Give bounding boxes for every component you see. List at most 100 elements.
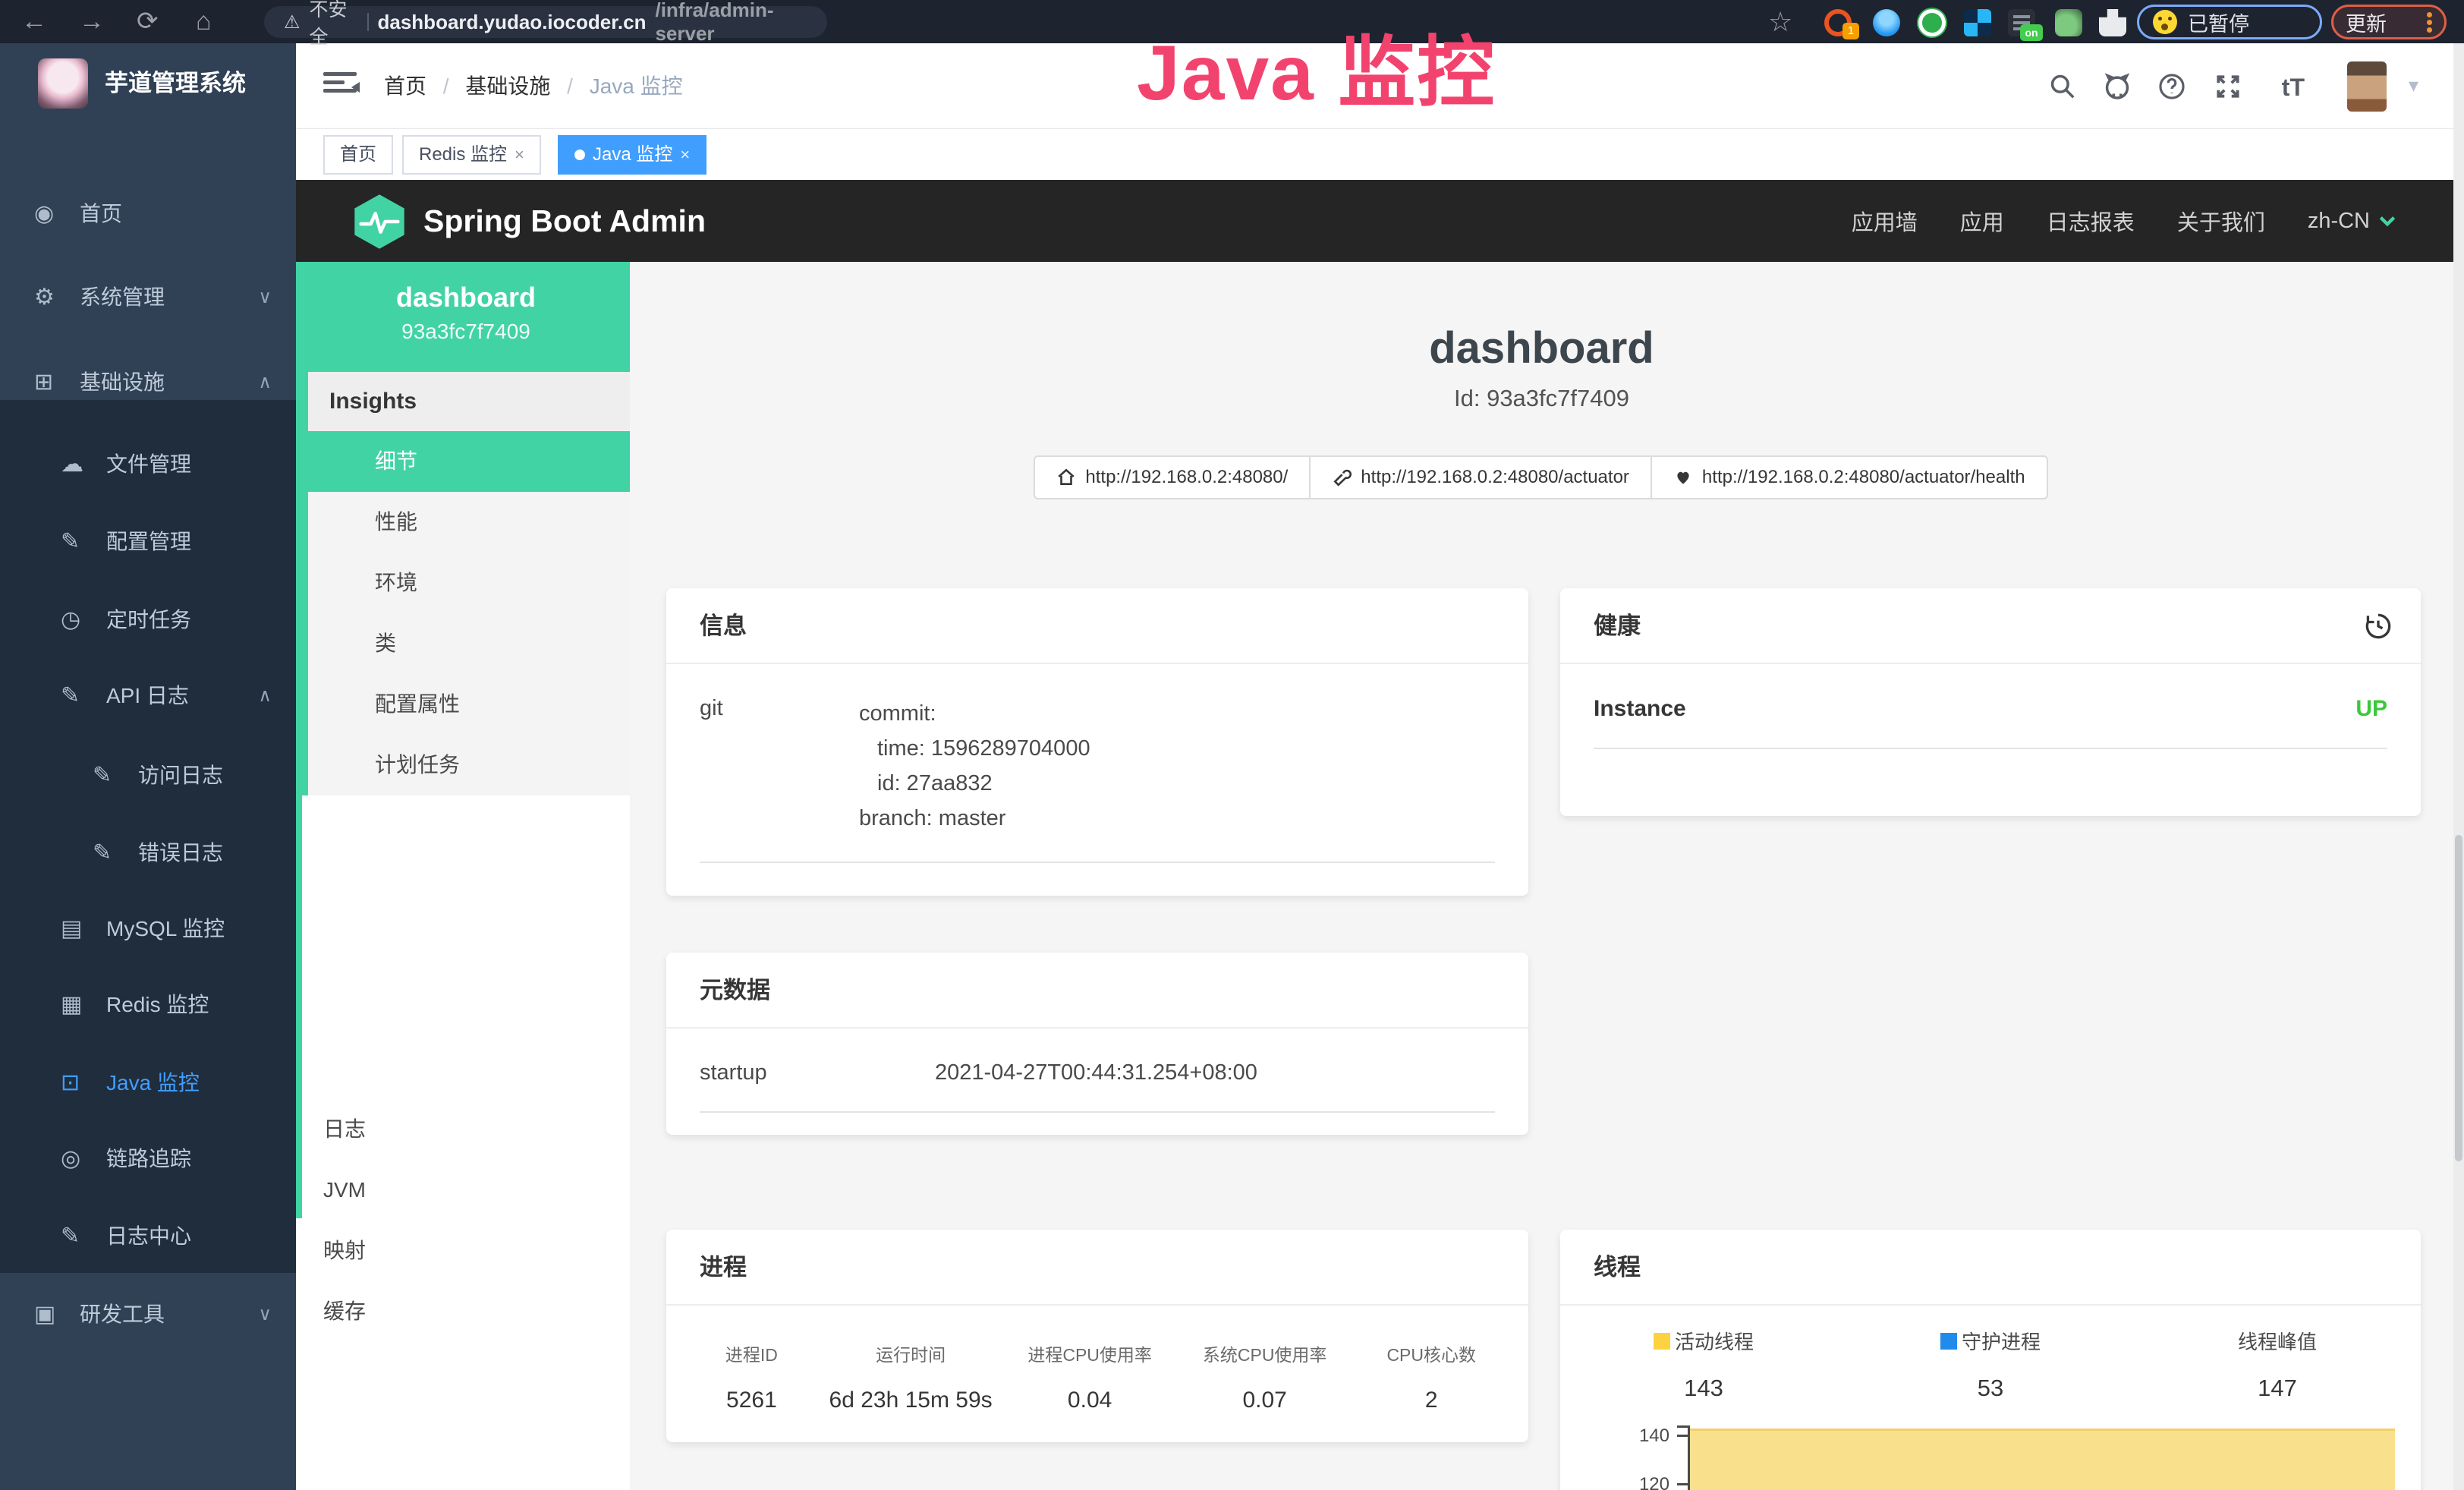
sidebar-fold-icon[interactable] xyxy=(323,72,360,101)
sidebar-item-java-monitor[interactable]: ⊡ Java 监控 xyxy=(0,1057,296,1110)
sba-menu-metrics[interactable]: 性能 xyxy=(308,492,630,553)
extension-leaf-icon[interactable] xyxy=(2055,9,2082,36)
browser-home-icon[interactable]: ⌂ xyxy=(196,0,212,43)
sba-menu-logs[interactable]: 日志 xyxy=(302,1099,630,1160)
col-uptime: 运行时间 xyxy=(823,1340,999,1366)
service-url-button[interactable]: http://192.168.0.2:48080/ xyxy=(1034,455,1311,499)
extension-grid-icon[interactable] xyxy=(1964,9,1991,36)
database-icon: ▤ xyxy=(61,903,82,956)
sidebar-item-mysql-monitor[interactable]: ▤ MySQL 监控 xyxy=(0,903,296,956)
row-divider xyxy=(700,1111,1495,1113)
github-icon[interactable] xyxy=(2103,72,2132,101)
sidebar-item-label: 基础设施 xyxy=(80,356,165,409)
sba-brand-title[interactable]: Spring Boot Admin xyxy=(423,180,706,262)
process-card-title: 进程 xyxy=(666,1230,1528,1306)
sidebar-item-dev-tools[interactable]: ▣ 研发工具 ∨ xyxy=(0,1288,296,1341)
avatar-caret-icon[interactable]: ▾ xyxy=(2409,74,2418,97)
actuator-url-button[interactable]: http://192.168.0.2:48080/actuator xyxy=(1309,455,1652,499)
browser-menu-icon[interactable] xyxy=(2427,10,2432,35)
metadata-row-label: startup xyxy=(700,1060,935,1085)
screen: ← → ⟳ ⌂ ⚠ 不安全 dashboard.yudao.iocoder.cn… xyxy=(0,0,2464,1490)
sidebar-item-log-center[interactable]: ✎ 日志中心 xyxy=(0,1210,296,1263)
close-icon[interactable]: × xyxy=(680,137,690,173)
sidebar-item-files[interactable]: ☁ 文件管理 xyxy=(0,438,296,491)
health-status-badge: UP xyxy=(2355,696,2387,722)
page-scrollbar[interactable] xyxy=(2453,43,2464,1490)
sidebar-item-tracing[interactable]: ◎ 链路追踪 xyxy=(0,1132,296,1186)
tab-home[interactable]: 首页 xyxy=(323,135,393,175)
tab-redis-monitor[interactable]: Redis 监控 × xyxy=(402,135,541,175)
sba-menu-jvm[interactable]: JVM xyxy=(302,1160,630,1221)
sidebar-item-label: 访问日志 xyxy=(138,749,223,802)
breadcrumb: 首页 / 基础设施 / Java 监控 xyxy=(384,43,683,129)
paused-button[interactable]: 已暂停 xyxy=(2137,5,2322,39)
sidebar-item-redis-monitor[interactable]: ▦ Redis 监控 xyxy=(0,978,296,1032)
info-row-label: git xyxy=(700,696,859,836)
col-system-cpu: 系统CPU使用率 xyxy=(1182,1340,1348,1366)
sidebar-item-system[interactable]: ⚙ 系统管理 ∨ xyxy=(0,271,296,324)
sba-menu-details[interactable]: 细节 xyxy=(308,431,630,492)
breadcrumb-home[interactable]: 首页 xyxy=(384,74,426,98)
extensions-puzzle-icon[interactable] xyxy=(2099,9,2126,36)
sba-nav-wallboard[interactable]: 应用墙 xyxy=(1852,205,1918,237)
avatar[interactable] xyxy=(2347,61,2387,112)
insecure-label[interactable]: 不安全 xyxy=(310,0,358,49)
address-bar[interactable]: ⚠ 不安全 dashboard.yudao.iocoder.cn/infra/a… xyxy=(264,6,827,38)
close-icon[interactable]: × xyxy=(515,137,524,173)
chevron-down-icon xyxy=(2377,211,2397,231)
fullscreen-icon[interactable] xyxy=(2214,72,2242,101)
health-url-button[interactable]: http://192.168.0.2:48080/actuator/health xyxy=(1651,455,2048,499)
sba-menu-caches[interactable]: 缓存 xyxy=(302,1281,630,1342)
live-threads-legend-icon xyxy=(1654,1333,1670,1350)
sba-language-select[interactable]: zh-CN xyxy=(2308,209,2397,234)
font-size-icon[interactable]: tT xyxy=(2282,74,2305,102)
sidebar-item-config[interactable]: ✎ 配置管理 xyxy=(0,515,296,569)
extension-pin-icon[interactable] xyxy=(1873,9,1900,36)
bookmark-star-icon[interactable]: ☆ xyxy=(1768,0,1792,43)
info-card-title: 信息 xyxy=(666,588,1528,664)
help-icon[interactable] xyxy=(2157,72,2186,101)
sba-nav-journal[interactable]: 日志报表 xyxy=(2047,205,2135,237)
instance-id-line: Id: 93a3fc7f7409 xyxy=(630,385,2453,412)
sidebar-item-home[interactable]: ◉ 首页 xyxy=(0,187,296,241)
browser-forward-icon[interactable]: → xyxy=(79,0,105,43)
sidebar-item-api-log[interactable]: ✎ API 日志 ∧ xyxy=(0,669,296,723)
sidebar-item-infra[interactable]: ⊞ 基础设施 ∧ xyxy=(0,356,296,409)
process-table-values: 5261 6d 23h 15m 59s 0.04 0.07 2 xyxy=(680,1388,1515,1413)
sba-menu-scheduled-tasks[interactable]: 计划任务 xyxy=(308,735,630,795)
sidebar: 芋道管理系统 ◉ 首页 ⚙ 系统管理 ∨ ⊞ 基础设施 ∧ ☁ 文件管理 ✎ 配… xyxy=(0,43,296,1490)
paused-face-icon xyxy=(2153,10,2177,34)
page-title: dashboard xyxy=(630,323,2453,373)
live-threads-area-series xyxy=(1690,1429,2395,1490)
page-scrollbar-thumb[interactable] xyxy=(2455,835,2462,1161)
url-host[interactable]: dashboard.yudao.iocoder.cn xyxy=(378,11,647,34)
sba-nav-about[interactable]: 关于我们 xyxy=(2177,205,2265,237)
sidebar-item-label: 日志中心 xyxy=(106,1210,191,1263)
sba-menu-classes[interactable]: 类 xyxy=(308,613,630,674)
git-commit-line: commit: xyxy=(859,696,1090,731)
history-icon[interactable] xyxy=(2362,610,2395,643)
browser-reload-icon[interactable]: ⟳ xyxy=(137,0,159,43)
search-icon[interactable] xyxy=(2048,72,2077,101)
sba-menu-environment[interactable]: 环境 xyxy=(308,553,630,613)
chevron-up-icon: ∧ xyxy=(258,669,272,723)
insecure-warning-icon: ⚠ xyxy=(284,11,301,33)
extension-green-icon[interactable] xyxy=(1918,9,1946,36)
sba-instance-header[interactable]: dashboard 93a3fc7f7409 xyxy=(302,262,630,372)
sidebar-item-scheduled-jobs[interactable]: ◷ 定时任务 xyxy=(0,594,296,647)
sba-menu-mappings[interactable]: 映射 xyxy=(302,1221,630,1281)
sba-nav-applications[interactable]: 应用 xyxy=(1960,205,2004,237)
browser-back-icon[interactable]: ← xyxy=(21,0,47,43)
eye-icon: ◎ xyxy=(61,1132,80,1186)
sidebar-item-error-log[interactable]: ✎ 错误日志 xyxy=(0,827,296,880)
sba-menu-config-props[interactable]: 配置属性 xyxy=(308,674,630,735)
chevron-down-icon: ∨ xyxy=(258,1288,272,1341)
sidebar-item-access-log[interactable]: ✎ 访问日志 xyxy=(0,749,296,802)
tab-java-monitor[interactable]: Java 监控 × xyxy=(558,135,706,175)
edit-icon: ✎ xyxy=(61,1210,80,1263)
update-browser-button[interactable]: 更新 xyxy=(2331,5,2447,39)
daemon-threads-value: 53 xyxy=(1847,1375,2134,1402)
wrench-icon xyxy=(1332,468,1352,487)
url-path: /infra/admin-server xyxy=(655,0,807,46)
breadcrumb-infra[interactable]: 基础设施 xyxy=(465,74,550,98)
